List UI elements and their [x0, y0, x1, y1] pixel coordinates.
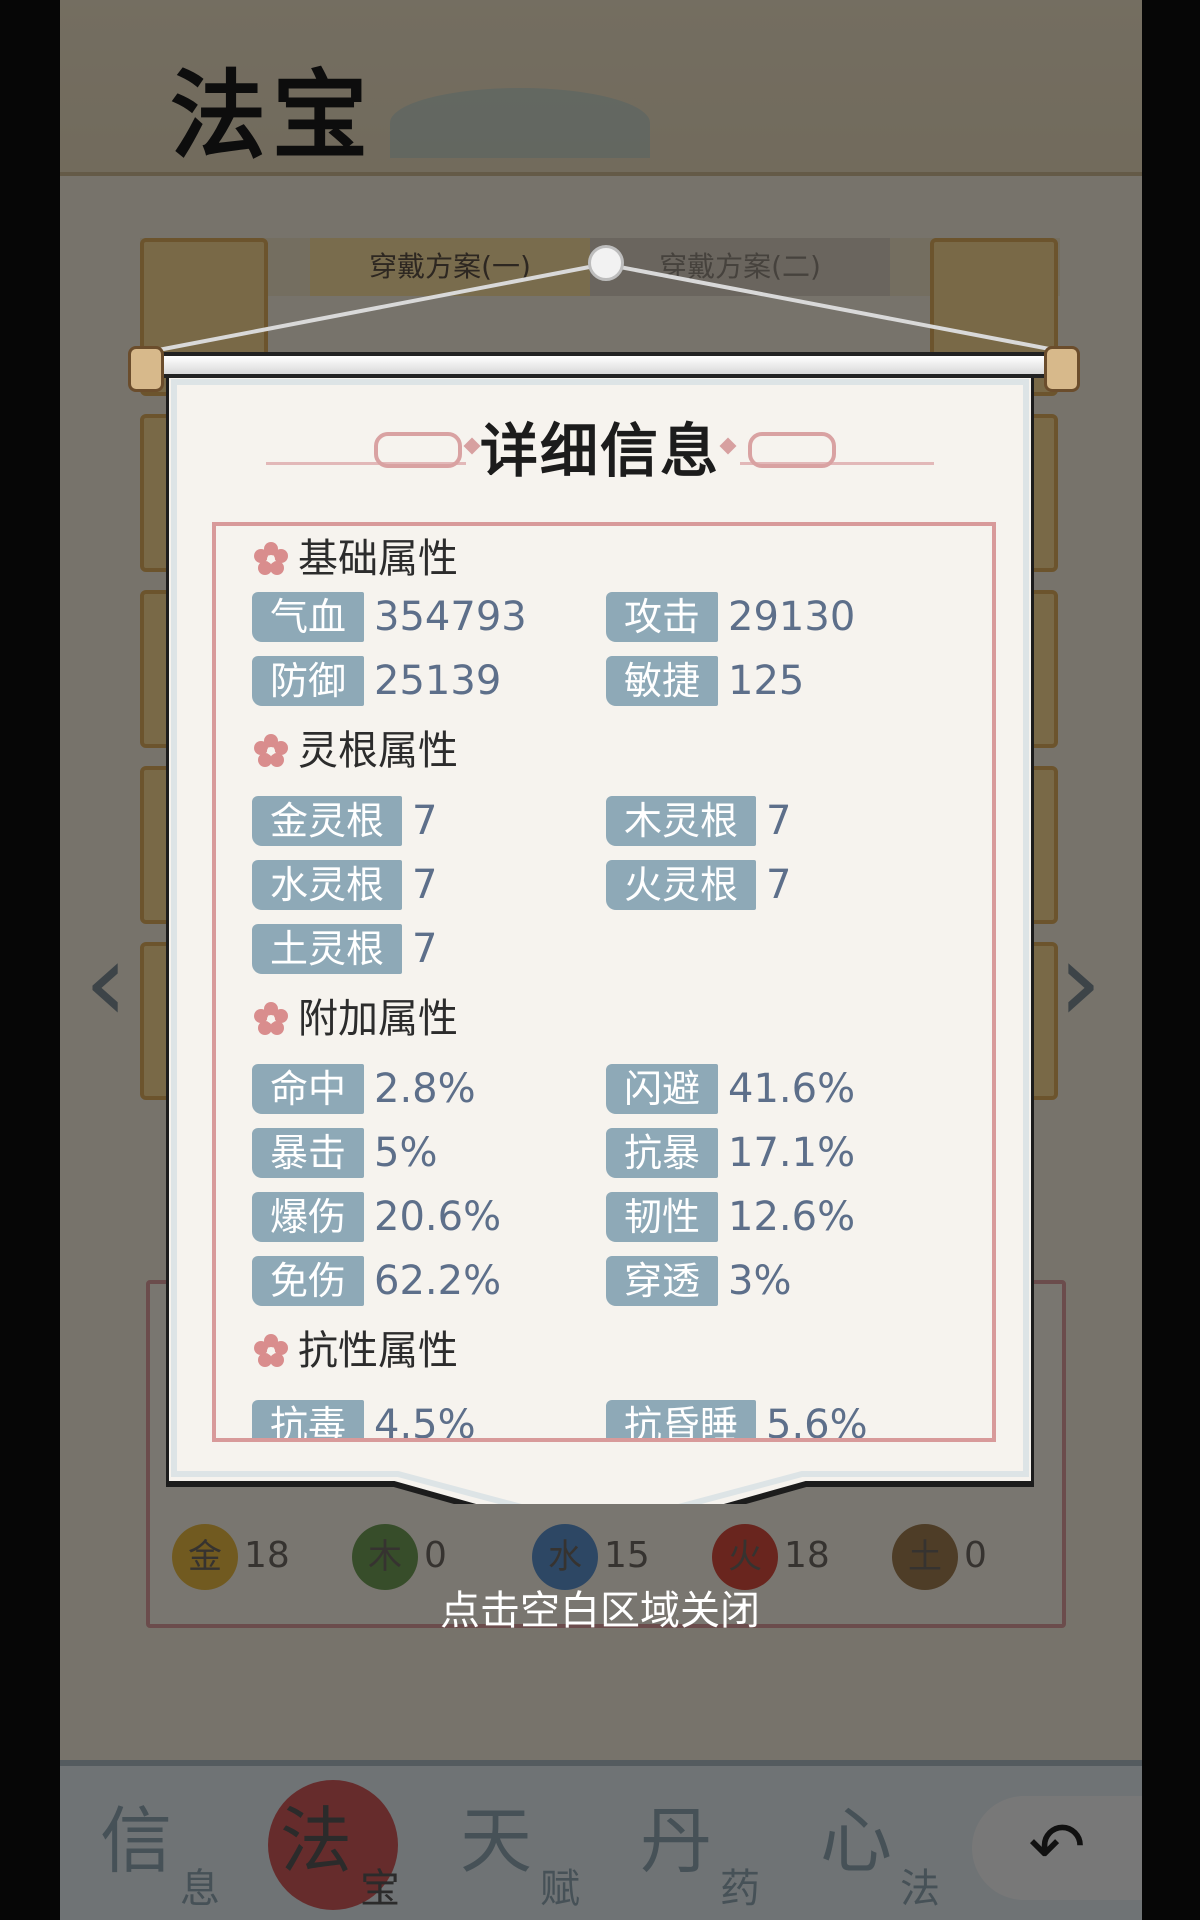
stat-label: 韧性 [606, 1192, 719, 1242]
stat-value: 7 [766, 798, 792, 844]
flower-icon [254, 730, 288, 767]
section-heading: 灵根属性 [254, 726, 458, 776]
stat-row: 韧性 12.6% [606, 1192, 855, 1242]
flower-icon [254, 998, 288, 1035]
stat-value: 2.8% [374, 1066, 476, 1112]
stat-label: 抗毒 [252, 1400, 365, 1438]
detail-popup: 详细信息 基础属性 气血 354793 攻击 29130 防御 25139 敏捷 125… [0, 0, 1200, 1920]
stat-row: 攻击 29130 [606, 592, 855, 642]
stat-row: 火灵根 7 [606, 860, 791, 910]
section-heading-text: 抗性属性 [298, 1328, 458, 1374]
stat-label: 敏捷 [606, 656, 719, 706]
scroll-rod [130, 352, 1070, 378]
section-heading-text: 灵根属性 [298, 728, 458, 774]
popup-title: 详细信息 [479, 417, 720, 485]
stat-value: 17.1% [728, 1130, 856, 1176]
stat-value: 7 [412, 926, 438, 972]
stat-value: 5% [374, 1130, 438, 1176]
stat-row: 抗毒 4.5% [252, 1400, 476, 1442]
stat-label: 穿透 [606, 1256, 719, 1306]
stat-row: 气血 354793 [252, 592, 527, 642]
nav-treasure-small: 宝 [360, 1866, 400, 1912]
stat-row: 敏捷 125 [606, 656, 804, 706]
stat-label: 水灵根 [252, 860, 403, 910]
section-heading-text: 附加属性 [298, 996, 458, 1042]
rod-cap-left [128, 346, 164, 392]
stat-row: 防御 25139 [252, 656, 501, 706]
stat-value: 5.6% [766, 1402, 868, 1442]
flower-icon [254, 538, 288, 575]
stat-label: 命中 [252, 1064, 365, 1114]
stat-row: 抗暴 17.1% [606, 1128, 855, 1178]
stat-row: 穿透 3% [606, 1256, 791, 1306]
stat-label: 土灵根 [252, 924, 403, 974]
stat-value: 29130 [728, 594, 856, 640]
stat-label: 火灵根 [606, 860, 757, 910]
stat-value: 354793 [374, 594, 527, 640]
stat-label: 攻击 [606, 592, 719, 642]
stat-value: 4.5% [374, 1402, 476, 1442]
stat-value: 7 [412, 798, 438, 844]
stat-value: 125 [728, 658, 805, 704]
stats-scroll-area[interactable]: 基础属性 气血 354793 攻击 29130 防御 25139 敏捷 125 灵根属性… [212, 522, 996, 1442]
stat-row: 金灵根 7 [252, 796, 437, 846]
stat-row: 闪避 41.6% [606, 1064, 855, 1114]
stat-row: 爆伤 20.6% [252, 1192, 501, 1242]
stat-row: 免伤 62.2% [252, 1256, 501, 1306]
stat-row: 土灵根 7 [252, 924, 437, 974]
nav-treasure-big: 法 [280, 1799, 353, 1883]
stat-row: 抗昏睡 5.6% [606, 1400, 868, 1442]
section-heading-text: 基础属性 [298, 536, 458, 582]
close-hint: 点击空白区域关闭 [440, 1588, 760, 1634]
stat-value: 3% [728, 1258, 792, 1304]
stat-value: 41.6% [728, 1066, 856, 1112]
rod-cap-right [1044, 346, 1080, 392]
stat-value: 7 [766, 862, 792, 908]
stat-label: 暴击 [252, 1128, 365, 1178]
hanging-string-left [147, 263, 601, 354]
stat-value: 62.2% [374, 1258, 502, 1304]
stat-label: 木灵根 [606, 796, 757, 846]
stat-label: 闪避 [606, 1064, 719, 1114]
stat-label: 抗暴 [606, 1128, 719, 1178]
stat-value: 7 [412, 862, 438, 908]
flower-icon [254, 1330, 288, 1367]
section-heading: 基础属性 [254, 534, 458, 584]
stat-label: 免伤 [252, 1256, 365, 1306]
section-heading: 抗性属性 [254, 1326, 458, 1376]
stat-label: 爆伤 [252, 1192, 365, 1242]
stat-value: 20.6% [374, 1194, 502, 1240]
stat-label: 防御 [252, 656, 365, 706]
hanging-knob [588, 245, 624, 281]
stat-row: 木灵根 7 [606, 796, 791, 846]
stat-row: 命中 2.8% [252, 1064, 476, 1114]
stat-value: 25139 [374, 658, 502, 704]
stat-label: 金灵根 [252, 796, 403, 846]
stat-row: 暴击 5% [252, 1128, 437, 1178]
stat-row: 水灵根 7 [252, 860, 437, 910]
stat-label: 抗昏睡 [606, 1400, 757, 1438]
hanging-string-right [603, 262, 1061, 353]
section-heading: 附加属性 [254, 994, 458, 1044]
stat-value: 12.6% [728, 1194, 856, 1240]
stat-label: 气血 [252, 592, 365, 642]
